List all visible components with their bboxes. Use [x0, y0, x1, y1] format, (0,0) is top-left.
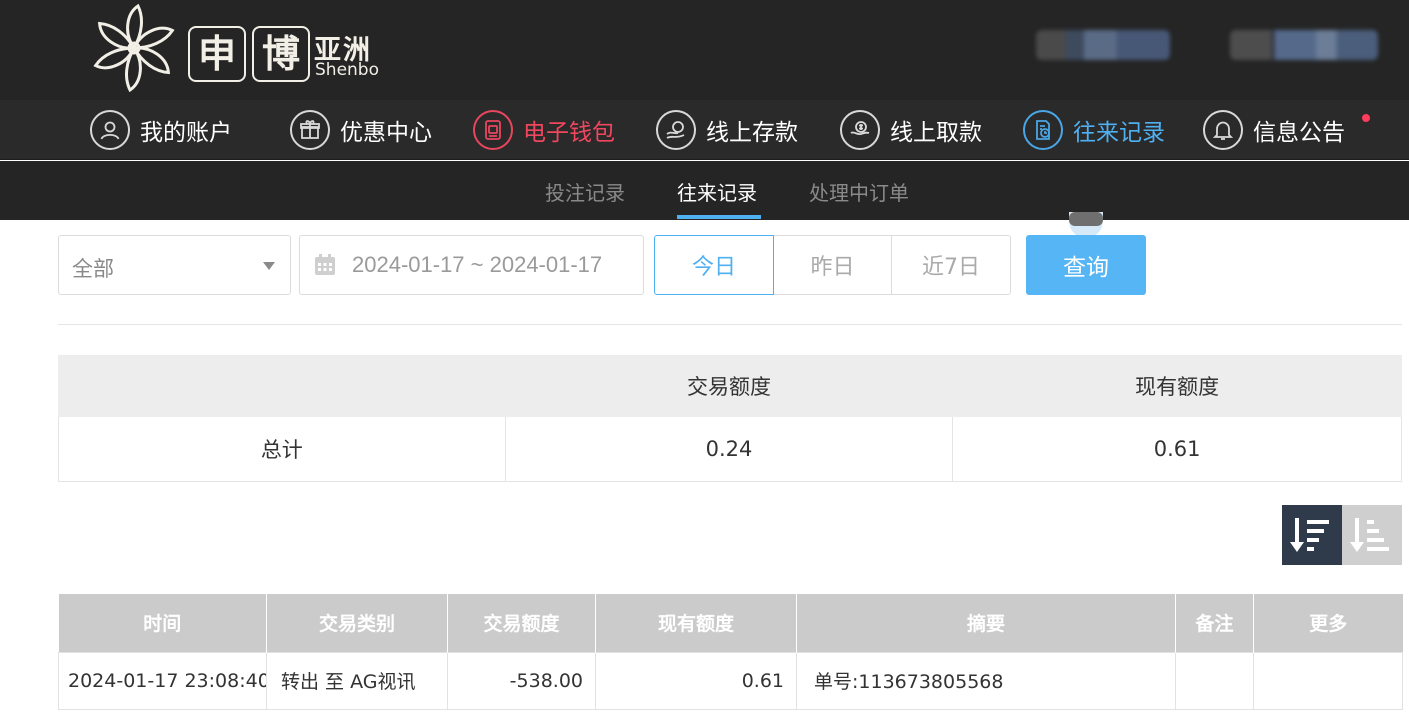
sort-desc-icon — [1290, 518, 1329, 552]
today-button[interactable]: 今日 — [654, 235, 774, 295]
nav-transaction-records[interactable]: 往来记录 — [1023, 110, 1165, 150]
records-header-row: 时间 交易类别 交易额度 现有额度 摘要 备注 更多 — [58, 594, 1403, 652]
nav-label: 线上取款 — [890, 120, 982, 146]
sort-asc-icon — [1350, 518, 1389, 552]
blurred-username — [1036, 30, 1170, 60]
active-tab-indicator — [677, 215, 761, 219]
flower-logo-icon — [93, 3, 175, 92]
records-icon — [1023, 110, 1063, 150]
nav-label: 电子钱包 — [523, 120, 615, 146]
summary-header-cell — [58, 355, 506, 417]
top-header: 申 博 亚洲 Shenbo — [0, 0, 1409, 100]
notification-badge — [1362, 114, 1370, 122]
bell-icon — [1203, 110, 1243, 150]
col-header-amount: 交易额度 — [447, 594, 596, 652]
date-range-input[interactable]: 2024-01-17 ~ 2024-01-17 — [299, 235, 644, 295]
date-range-value: 2024-01-17 ~ 2024-01-17 — [352, 252, 603, 277]
logo-en-text: Shenbo — [315, 60, 379, 80]
summary-total-label: 总计 — [58, 416, 506, 482]
nav-announcements[interactable]: 信息公告 — [1203, 110, 1345, 150]
cell-amount: -538.00 — [447, 651, 596, 710]
col-header-remark: 备注 — [1175, 594, 1254, 652]
cell-type: 转出 至 AG视讯 — [266, 651, 448, 710]
calendar-icon — [315, 254, 335, 275]
user-icon — [90, 110, 130, 150]
nav-online-deposit[interactable]: 线上存款 — [656, 110, 798, 150]
cell-remark — [1175, 651, 1254, 710]
col-header-type: 交易类别 — [266, 594, 448, 652]
summary-table: 交易额度 现有额度 总计 0.24 0.61 — [58, 355, 1402, 482]
brand-logo[interactable]: 申 博 亚洲 Shenbo — [86, 2, 386, 94]
yesterday-button[interactable]: 昨日 — [773, 235, 892, 295]
summary-header-cell: 交易额度 — [504, 355, 954, 417]
summary-total-row: 总计 0.24 0.61 — [58, 416, 1402, 482]
nav-label: 信息公告 — [1253, 120, 1345, 146]
tab-pending-orders[interactable]: 处理中订单 — [809, 177, 909, 206]
nav-promotions[interactable]: 优惠中心 — [290, 110, 432, 150]
summary-header-cell: 现有额度 — [952, 355, 1402, 417]
nav-label: 优惠中心 — [340, 120, 432, 146]
wallet-icon — [473, 110, 513, 150]
summary-header-row: 交易额度 现有额度 — [58, 355, 1402, 417]
col-header-summary: 摘要 — [796, 594, 1176, 652]
sub-nav: 投注记录 往来记录 处理中订单 — [0, 161, 1409, 220]
type-select-value: 全部 — [72, 257, 114, 281]
cell-more[interactable] — [1253, 651, 1403, 710]
caret-down-icon — [263, 262, 275, 270]
nav-label: 我的账户 — [140, 120, 232, 146]
table-row[interactable]: 2024-01-17 23:08:40 转出 至 AG视讯 -538.00 0.… — [58, 651, 1403, 710]
nav-my-account[interactable]: 我的账户 — [90, 110, 232, 150]
withdraw-icon — [840, 110, 880, 150]
records-table: 时间 交易类别 交易额度 现有额度 摘要 备注 更多 2024-01-17 23… — [58, 594, 1403, 710]
col-header-balance: 现有额度 — [595, 594, 797, 652]
cell-time: 2024-01-17 23:08:40 — [58, 651, 267, 710]
sort-ascending-button[interactable] — [1342, 505, 1402, 565]
last-7-days-button[interactable]: 近7日 — [891, 235, 1011, 295]
nav-label: 往来记录 — [1073, 120, 1165, 146]
col-header-time: 时间 — [58, 594, 267, 652]
query-button[interactable]: 查询 — [1026, 235, 1146, 295]
cell-summary: 单号:113673805568 — [796, 651, 1176, 710]
summary-current-balance: 0.61 — [952, 416, 1402, 482]
deposit-icon — [656, 110, 696, 150]
divider — [58, 324, 1402, 325]
logo-char-2: 博 — [252, 26, 310, 82]
cell-balance: 0.61 — [595, 651, 797, 710]
tab-transaction-records[interactable]: 往来记录 — [677, 177, 757, 206]
nav-e-wallet[interactable]: 电子钱包 — [473, 110, 615, 150]
gift-icon — [290, 110, 330, 150]
col-header-more: 更多 — [1253, 594, 1403, 652]
logo-char-1: 申 — [188, 26, 246, 82]
tab-bet-records[interactable]: 投注记录 — [545, 177, 625, 206]
blurred-balance — [1230, 30, 1378, 60]
nav-online-withdraw[interactable]: 线上取款 — [840, 110, 982, 150]
summary-trade-amount: 0.24 — [504, 416, 954, 482]
nav-label: 线上存款 — [706, 120, 798, 146]
main-nav: 我的账户 优惠中心 电子钱包 线上存款 线上取款 往来记录 信息公告 — [0, 100, 1409, 160]
type-select[interactable]: 全部 — [58, 235, 291, 295]
sort-descending-button[interactable] — [1282, 505, 1342, 565]
